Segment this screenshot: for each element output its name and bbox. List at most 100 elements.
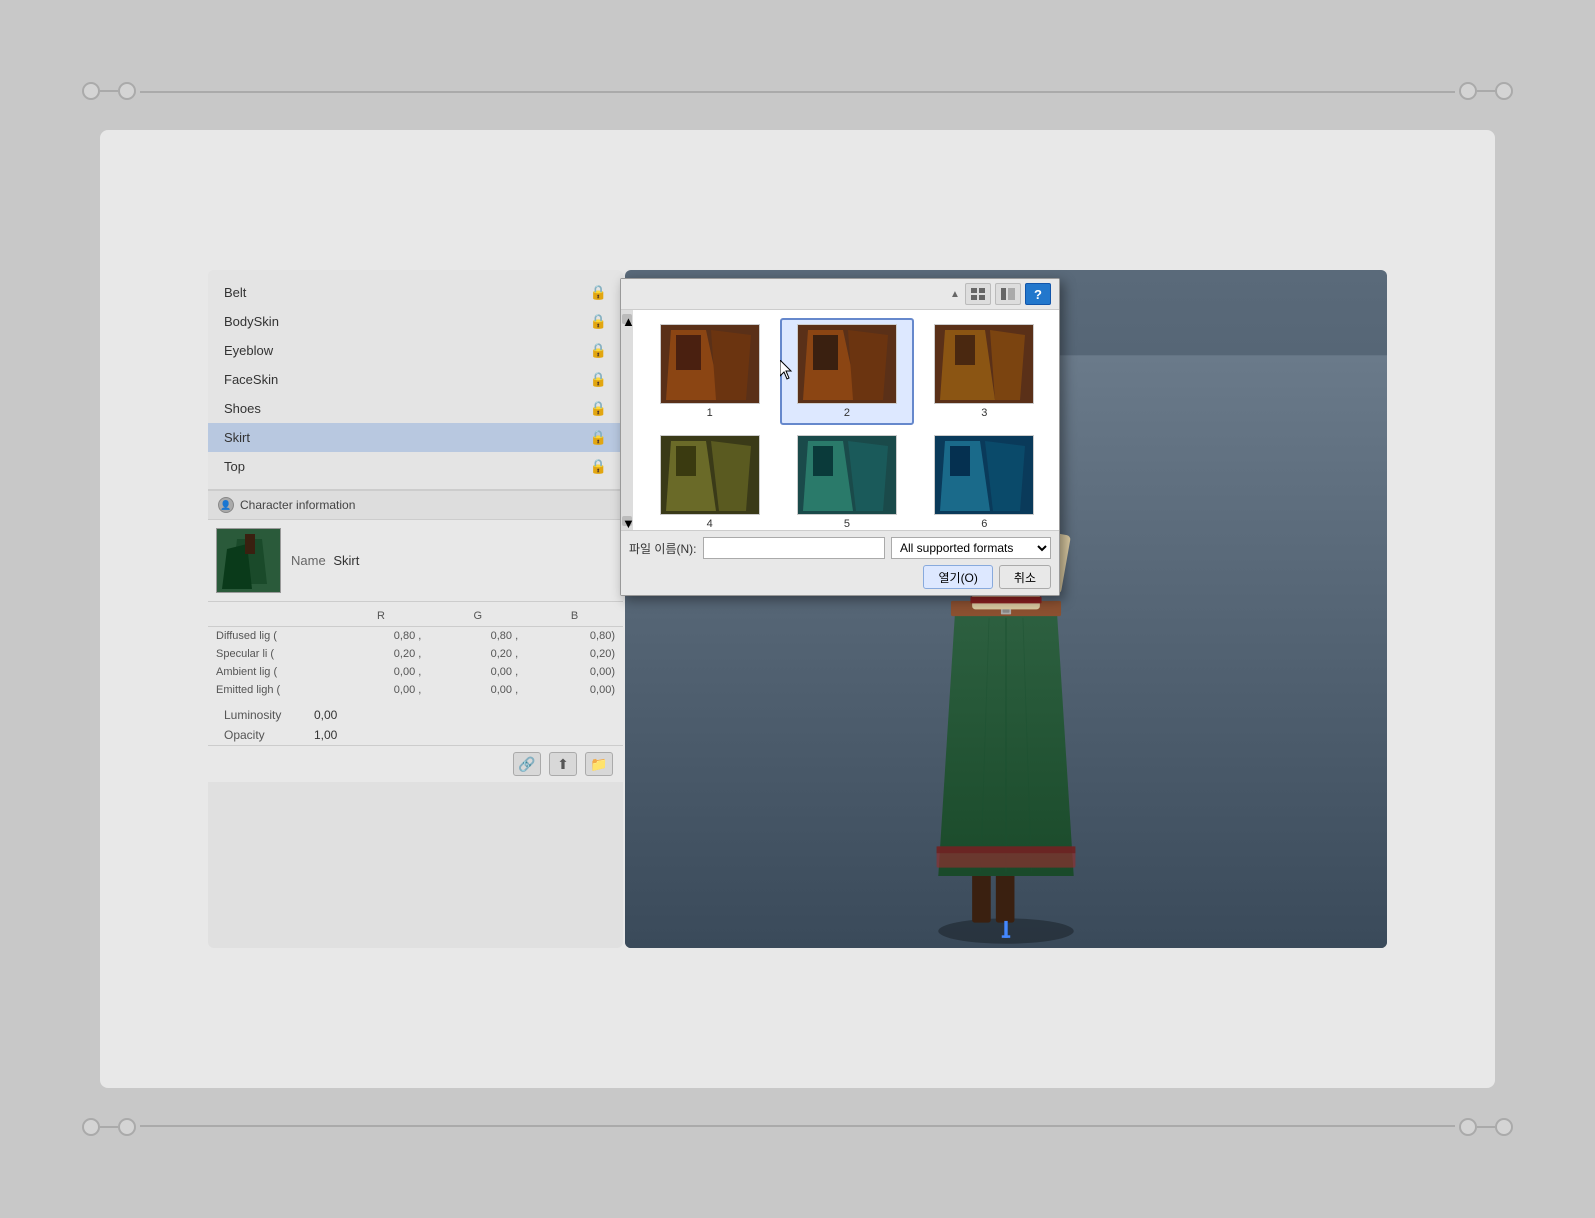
file-open-dialog: ▲ ? ▲ ▼ bbox=[620, 278, 1060, 596]
diffused-r: 0,80 , bbox=[333, 627, 430, 646]
luminosity-label: Luminosity bbox=[224, 708, 314, 722]
file-thumbnail-3 bbox=[934, 324, 1034, 404]
specular-r: 0,20 , bbox=[333, 645, 430, 663]
rgb-table: R G B Diffused lig ( 0,80 , 0,80 , 0,80)… bbox=[208, 606, 623, 699]
parts-item-faceskin[interactable]: FaceSkin 🔒 bbox=[208, 365, 623, 394]
file-label-3: 3 bbox=[981, 407, 987, 419]
diffused-b: 0,80) bbox=[526, 627, 623, 646]
link-action-button[interactable]: 🔗 bbox=[513, 752, 541, 776]
diffused-row: Diffused lig ( 0,80 , 0,80 , 0,80) bbox=[208, 627, 623, 646]
file-item-2[interactable]: 2 bbox=[780, 318, 913, 425]
char-thumbnail bbox=[216, 528, 281, 593]
filename-input[interactable] bbox=[703, 537, 886, 559]
file-grid: 1 2 bbox=[643, 318, 1051, 530]
opacity-label: Opacity bbox=[224, 728, 314, 742]
parts-item-eyeblow[interactable]: Eyeblow 🔒 bbox=[208, 336, 623, 365]
specular-g: 0,20 , bbox=[429, 645, 526, 663]
dialog-footer: 파일 이름(N): All supported formats PNG file… bbox=[621, 530, 1059, 595]
char-actions: 🔗 ⬆ 📁 bbox=[208, 745, 623, 782]
specular-b: 0,20) bbox=[526, 645, 623, 663]
scroll-up-button[interactable]: ▲ bbox=[949, 288, 961, 300]
ambient-b: 0,00) bbox=[526, 663, 623, 681]
file-grid-container: ▲ ▼ 1 bbox=[621, 310, 1059, 530]
char-info-header: 👤 Character information bbox=[208, 491, 623, 520]
parts-item-top[interactable]: Top 🔒 bbox=[208, 452, 623, 481]
corner-tl bbox=[82, 82, 136, 100]
scroll-down-arrow[interactable]: ▼ bbox=[622, 516, 632, 526]
ambient-g: 0,00 , bbox=[429, 663, 526, 681]
lock-icon-faceskin: 🔒 bbox=[590, 371, 607, 388]
file-label-6: 6 bbox=[981, 518, 987, 530]
lock-icon-skirt: 🔒 bbox=[590, 429, 607, 446]
parts-label-belt: Belt bbox=[224, 285, 246, 300]
view-icon bbox=[971, 288, 985, 300]
specular-row: Specular li ( 0,20 , 0,20 , 0,20) bbox=[208, 645, 623, 663]
lock-icon-shoes: 🔒 bbox=[590, 400, 607, 417]
parts-label-eyeblow: Eyeblow bbox=[224, 343, 273, 358]
file-item-1[interactable]: 1 bbox=[643, 318, 776, 425]
dialog-toolbar: ▲ ? bbox=[621, 279, 1059, 310]
b-header: B bbox=[526, 606, 623, 627]
file-label-5: 5 bbox=[844, 518, 850, 530]
file-label-1: 1 bbox=[707, 407, 713, 419]
file-item-5[interactable]: 5 bbox=[780, 429, 913, 530]
pane-icon bbox=[1001, 288, 1015, 300]
ambient-r: 0,00 , bbox=[333, 663, 430, 681]
r-header: R bbox=[333, 606, 430, 627]
file-thumbnail-5 bbox=[797, 435, 897, 515]
emitted-b: 0,00) bbox=[526, 681, 623, 699]
opacity-value: 1,00 bbox=[314, 728, 337, 742]
file-thumbnail-6 bbox=[934, 435, 1034, 515]
format-select[interactable]: All supported formats PNG files (*.png) … bbox=[891, 537, 1051, 559]
footer-action-row: 열기(O) 취소 bbox=[629, 565, 1051, 589]
file-thumbnail-2 bbox=[797, 324, 897, 404]
corner-br bbox=[1459, 1118, 1513, 1136]
scroll-bar[interactable]: ▲ ▼ bbox=[621, 310, 633, 530]
help-button[interactable]: ? bbox=[1025, 283, 1051, 305]
char-name-label: Name bbox=[291, 553, 326, 568]
parts-item-shoes[interactable]: Shoes 🔒 bbox=[208, 394, 623, 423]
emitted-r: 0,00 , bbox=[333, 681, 430, 699]
file-item-4[interactable]: 4 bbox=[643, 429, 776, 530]
person-icon: 👤 bbox=[218, 497, 234, 513]
pane-toggle-button[interactable] bbox=[995, 283, 1021, 305]
file-label-4: 4 bbox=[707, 518, 713, 530]
lock-icon-top: 🔒 bbox=[590, 458, 607, 475]
char-preview: Name Skirt bbox=[208, 520, 623, 602]
specular-label: Specular li ( bbox=[208, 645, 333, 663]
filename-label: 파일 이름(N): bbox=[629, 540, 697, 557]
parts-label-faceskin: FaceSkin bbox=[224, 372, 278, 387]
left-panel: Belt 🔒 BodySkin 🔒 Eyeblow 🔒 FaceSkin 🔒 S… bbox=[208, 270, 623, 948]
folder-action-button[interactable]: 📁 bbox=[585, 752, 613, 776]
corner-tr bbox=[1459, 82, 1513, 100]
parts-item-belt[interactable]: Belt 🔒 bbox=[208, 278, 623, 307]
luminosity-row: Luminosity 0,00 bbox=[208, 705, 623, 725]
top-divider bbox=[140, 91, 1455, 93]
file-label-2: 2 bbox=[844, 407, 850, 419]
lock-icon-bodyskin: 🔒 bbox=[590, 313, 607, 330]
view-button[interactable] bbox=[965, 283, 991, 305]
parts-list: Belt 🔒 BodySkin 🔒 Eyeblow 🔒 FaceSkin 🔒 S… bbox=[208, 270, 623, 490]
opacity-row: Opacity 1,00 bbox=[208, 725, 623, 745]
footer-filename-row: 파일 이름(N): All supported formats PNG file… bbox=[629, 537, 1051, 559]
ambient-label: Ambient lig ( bbox=[208, 663, 333, 681]
scroll-up-arrow[interactable]: ▲ bbox=[622, 314, 632, 324]
cancel-button[interactable]: 취소 bbox=[999, 565, 1051, 589]
emitted-row: Emitted ligh ( 0,00 , 0,00 , 0,00) bbox=[208, 681, 623, 699]
char-name-area: Name Skirt bbox=[291, 553, 359, 568]
parts-label-skirt: Skirt bbox=[224, 430, 250, 445]
open-button[interactable]: 열기(O) bbox=[923, 565, 992, 589]
upload-action-button[interactable]: ⬆ bbox=[549, 752, 577, 776]
emitted-label: Emitted ligh ( bbox=[208, 681, 333, 699]
g-header: G bbox=[429, 606, 526, 627]
char-info-panel: 👤 Character information Name Skirt bbox=[208, 490, 623, 782]
lock-icon-eyeblow: 🔒 bbox=[590, 342, 607, 359]
ambient-row: Ambient lig ( 0,00 , 0,00 , 0,00) bbox=[208, 663, 623, 681]
corner-bl bbox=[82, 1118, 136, 1136]
file-item-3[interactable]: 3 bbox=[918, 318, 1051, 425]
bottom-divider bbox=[140, 1125, 1455, 1127]
parts-item-skirt[interactable]: Skirt 🔒 bbox=[208, 423, 623, 452]
parts-item-bodyskin[interactable]: BodySkin 🔒 bbox=[208, 307, 623, 336]
file-item-6[interactable]: 6 bbox=[918, 429, 1051, 530]
emitted-g: 0,00 , bbox=[429, 681, 526, 699]
